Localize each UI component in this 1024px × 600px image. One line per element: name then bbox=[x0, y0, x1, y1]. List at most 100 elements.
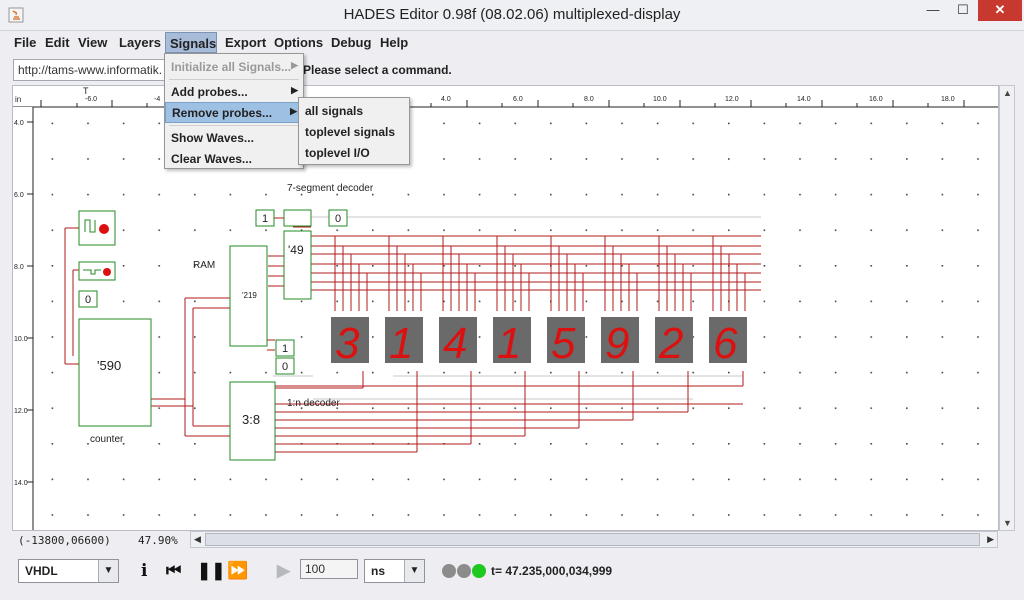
display-digit: 9 bbox=[605, 319, 629, 368]
seven-segment-decoder-chip[interactable] bbox=[283, 230, 312, 300]
submenu-toplevel-signals[interactable]: toplevel signals bbox=[299, 122, 409, 143]
simulation-time: t= 47.235,000,034,999 bbox=[491, 564, 613, 578]
menu-bar: File Edit View Layers Signals Export Opt… bbox=[0, 31, 1024, 53]
play-icon[interactable]: ▶ bbox=[277, 561, 290, 581]
display-digit: 1 bbox=[497, 319, 521, 368]
display-digit: 1 bbox=[389, 319, 413, 368]
scroll-down-icon[interactable]: ▼ bbox=[1003, 518, 1012, 528]
language-select[interactable]: VHDL ▼ bbox=[18, 559, 119, 583]
submenu-toplevel-io[interactable]: toplevel I/O bbox=[299, 143, 409, 164]
maximize-button[interactable]: ☐ bbox=[948, 0, 978, 21]
menu-item-label: Remove probes... bbox=[172, 106, 273, 120]
ruler-x-tick: 10.0 bbox=[653, 96, 667, 103]
status-led bbox=[442, 564, 456, 578]
ruler-x-tick: 4.0 bbox=[441, 96, 451, 103]
const-value: 1 bbox=[262, 213, 268, 225]
ruler-x-tick: 12.0 bbox=[725, 96, 739, 103]
one-of-n-decoder-label: 1:n decoder bbox=[287, 398, 340, 409]
menu-show-waves[interactable]: Show Waves... bbox=[165, 128, 303, 149]
menu-edit[interactable]: Edit bbox=[41, 32, 74, 53]
menu-debug[interactable]: Debug bbox=[327, 32, 375, 53]
menu-layers[interactable]: Layers bbox=[115, 32, 165, 53]
menu-clear-waves[interactable]: Clear Waves... bbox=[165, 149, 303, 170]
ruler-y-tick: 6.0 bbox=[14, 192, 24, 199]
status-led bbox=[457, 564, 471, 578]
time-unit-value: ns bbox=[371, 564, 386, 578]
const-value: 0 bbox=[335, 213, 341, 225]
ruler-cursor-marker: T bbox=[83, 86, 89, 96]
scroll-right-icon[interactable]: ▶ bbox=[987, 534, 994, 545]
cursor-coordinates: (-13800,06600) bbox=[18, 534, 111, 547]
const-value: 0 bbox=[282, 361, 288, 373]
menu-initialize-signals[interactable]: Initialize all Signals... ▶ bbox=[165, 57, 303, 78]
ruler-x-tick: 14.0 bbox=[797, 96, 811, 103]
schematic-svg[interactable]: in T -6.0 -4 4.0 6.0 8.0 10.0 12.0 14.0 … bbox=[13, 86, 999, 531]
decoder-enable-block[interactable] bbox=[283, 209, 312, 227]
signals-menu: Initialize all Signals... ▶ Add probes..… bbox=[164, 53, 304, 169]
schematic-canvas[interactable]: in T -6.0 -4 4.0 6.0 8.0 10.0 12.0 14.0 … bbox=[12, 85, 999, 531]
ruler-x-tick: 16.0 bbox=[869, 96, 883, 103]
status-led bbox=[472, 564, 486, 578]
submenu-all-signals[interactable]: all signals bbox=[299, 101, 409, 122]
vertical-ruler bbox=[13, 107, 33, 530]
time-step-input[interactable]: 100 bbox=[300, 559, 358, 579]
toolbar: http://tams-www.informatik. Please selec… bbox=[0, 55, 1024, 85]
remove-probes-submenu: all signals toplevel signals toplevel I/… bbox=[298, 97, 410, 165]
ruler-y-tick: 10.0 bbox=[14, 336, 28, 343]
submenu-arrow-icon: ▶ bbox=[291, 85, 298, 95]
menu-options[interactable]: Options bbox=[270, 32, 327, 53]
reset-switch[interactable] bbox=[78, 261, 116, 281]
display-digit: 3 bbox=[335, 319, 360, 368]
time-unit-select[interactable]: ns ▼ bbox=[364, 559, 425, 583]
const-value: 0 bbox=[85, 294, 91, 306]
pause-icon[interactable]: ❚❚ bbox=[197, 561, 226, 581]
scrollbar-thumb[interactable] bbox=[205, 533, 980, 546]
ruler-y-tick: 14.0 bbox=[14, 480, 28, 487]
status-message: Please select a command. bbox=[303, 63, 452, 77]
seven-segment-decoder-label: 7-segment decoder bbox=[287, 183, 374, 194]
ruler-x-tick: -6.0 bbox=[85, 96, 97, 103]
ruler-y-tick: 12.0 bbox=[14, 408, 28, 415]
menu-export[interactable]: Export bbox=[221, 32, 270, 53]
menu-remove-probes[interactable]: Remove probes... ▶ bbox=[165, 102, 303, 123]
menu-help[interactable]: Help bbox=[376, 32, 412, 53]
clock-generator[interactable] bbox=[78, 210, 116, 246]
display-digit: 6 bbox=[713, 319, 738, 368]
rewind-icon[interactable]: ⏮ bbox=[166, 561, 181, 581]
fast-forward-icon[interactable]: ⏩ bbox=[227, 561, 248, 581]
chip-38-label: 3:8 bbox=[242, 412, 260, 427]
zoom-level: 47.90% bbox=[138, 534, 178, 547]
close-button[interactable]: ✕ bbox=[978, 0, 1022, 21]
menu-item-label: Add probes... bbox=[171, 85, 248, 99]
scroll-left-icon[interactable]: ◀ bbox=[194, 534, 201, 545]
ram-label: RAM bbox=[193, 260, 215, 271]
ruler-x-tick: -4 bbox=[154, 96, 160, 103]
menu-view[interactable]: View bbox=[74, 32, 111, 53]
title-bar: HADES Editor 0.98f (08.02.06) multiplexe… bbox=[0, 0, 1024, 31]
ruler-x-tick: 18.0 bbox=[941, 96, 955, 103]
chip-590-label: '590 bbox=[97, 358, 121, 373]
chevron-down-icon[interactable]: ▼ bbox=[404, 560, 424, 582]
window-title: HADES Editor 0.98f (08.02.06) multiplexe… bbox=[343, 6, 681, 23]
scroll-up-icon[interactable]: ▲ bbox=[1003, 88, 1012, 98]
app-window: HADES Editor 0.98f (08.02.06) multiplexe… bbox=[0, 0, 1024, 600]
info-icon[interactable]: i bbox=[141, 561, 147, 581]
menu-file[interactable]: File bbox=[10, 32, 40, 53]
menu-add-probes[interactable]: Add probes... ▶ bbox=[165, 82, 303, 103]
minimize-button[interactable]: — bbox=[918, 0, 948, 21]
chevron-down-icon[interactable]: ▼ bbox=[98, 560, 118, 582]
counter-label: counter bbox=[90, 434, 124, 445]
chip-219-label: '219 bbox=[242, 291, 257, 300]
chip-49-label: '49 bbox=[288, 243, 304, 257]
ruler-x-tick: 6.0 bbox=[513, 96, 523, 103]
menu-signals[interactable]: Signals bbox=[165, 32, 217, 53]
horizontal-scrollbar[interactable]: ◀ ▶ bbox=[190, 531, 998, 548]
status-leds bbox=[442, 564, 487, 583]
menu-item-label: Initialize all Signals... bbox=[171, 60, 292, 74]
url-field[interactable]: http://tams-www.informatik. bbox=[13, 59, 168, 81]
ruler-unit: in bbox=[15, 95, 21, 104]
menu-separator bbox=[169, 125, 299, 126]
vertical-scrollbar[interactable]: ▲ ▼ bbox=[999, 85, 1015, 531]
display-digit: 4 bbox=[443, 319, 467, 368]
submenu-arrow-icon: ▶ bbox=[291, 60, 298, 70]
